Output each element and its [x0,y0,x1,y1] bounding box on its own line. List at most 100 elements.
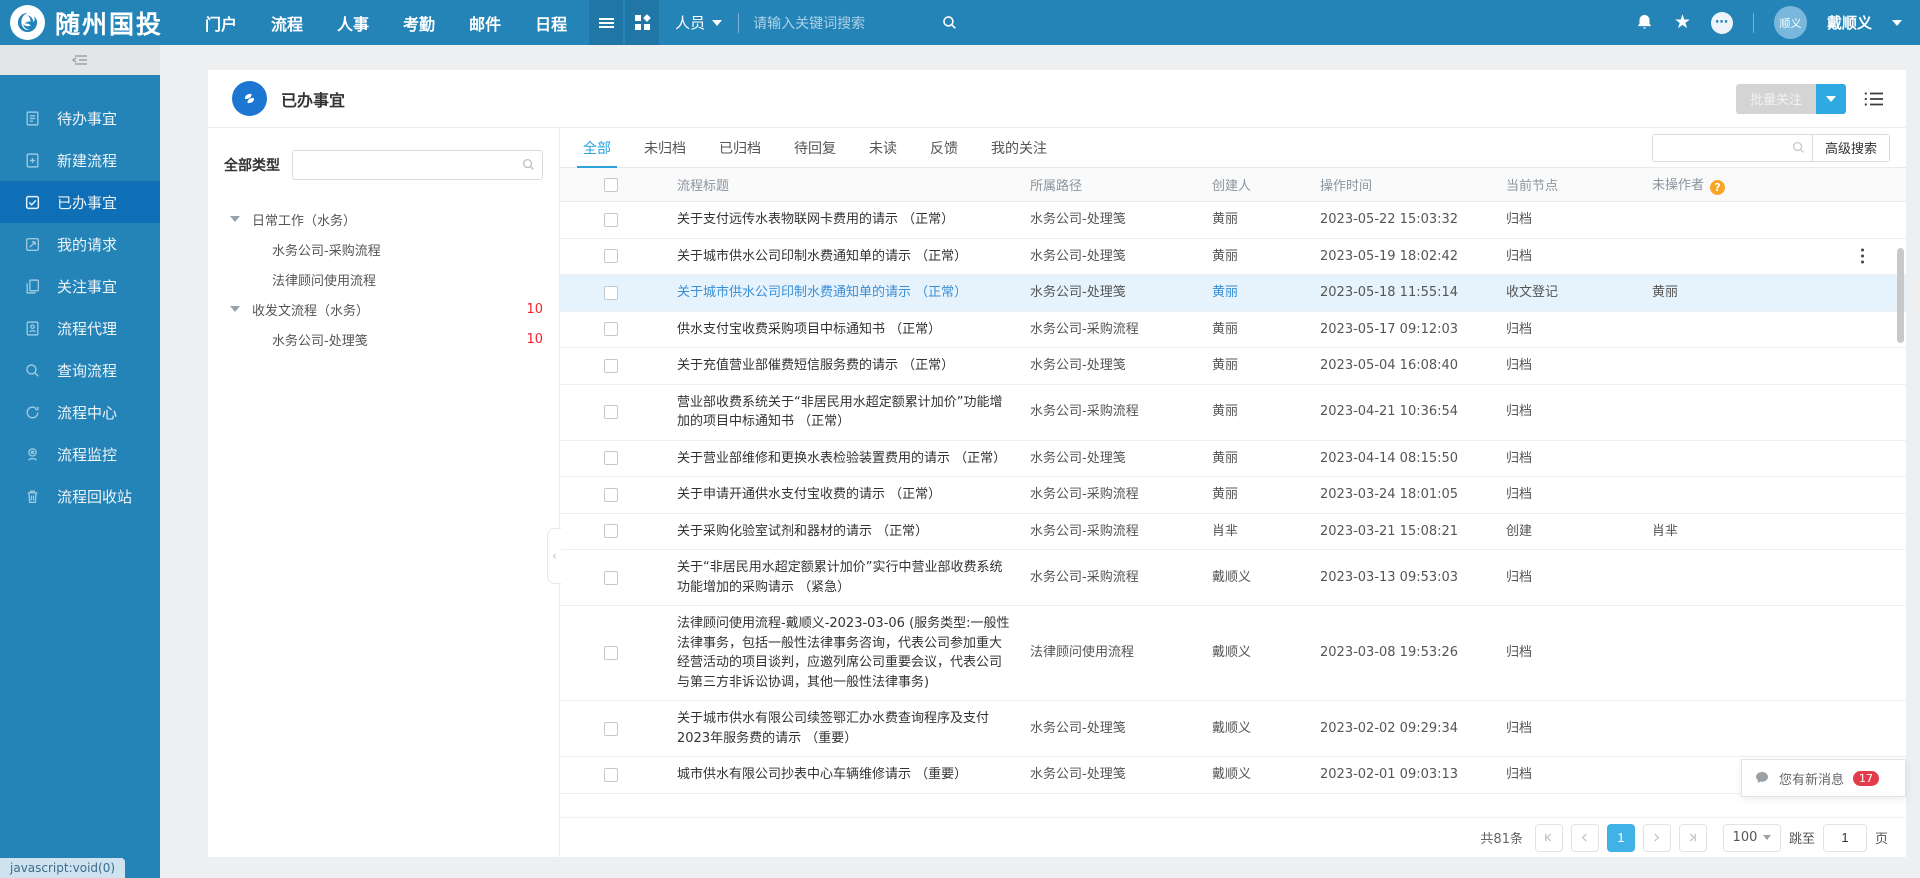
first-page-button[interactable] [1535,824,1563,852]
page-size-select[interactable]: 100 [1723,824,1781,852]
row-title[interactable]: 城市供水有限公司抄表中心车辆维修请示 （重要） [655,765,1030,785]
favorites-star-icon[interactable]: ★ [1674,13,1691,32]
row-more-menu-icon[interactable] [1861,246,1864,267]
row-checkbox[interactable] [604,405,618,419]
row-checkbox[interactable] [604,322,618,336]
top-nav-item-4[interactable]: 邮件 [469,11,501,35]
tree-node[interactable]: 法律顾问使用流程 [208,264,559,294]
table-row[interactable]: 供水支付宝收费采购项目中标通知书 （正常） 水务公司-采购流程 黄丽 2023-… [560,312,1906,349]
search-icon[interactable] [521,157,536,176]
row-checkbox[interactable] [604,213,618,227]
row-title[interactable]: 营业部收费系统关于“非居民用水超定额累计加价”功能增加的项目中标通知书 （正常） [655,393,1030,432]
row-title[interactable]: 关于支付远传水表物联网卡费用的请示 （正常） [655,210,1030,230]
row-checkbox[interactable] [604,646,618,660]
page-number-button[interactable]: 1 [1607,824,1635,852]
sidebar-item-proxy[interactable]: 流程代理 [0,307,160,349]
tree-collapse-handle[interactable]: ‹ [547,528,561,584]
table-row[interactable]: 关于城市供水有限公司续签鄂汇办水费查询程序及支付2023年服务费的请示 （重要）… [560,701,1906,757]
tree-node[interactable]: 日常工作（水务） [208,204,559,234]
sidebar-item-monitor[interactable]: 流程监控 [0,433,160,475]
top-nav-item-1[interactable]: 流程 [271,11,303,35]
hamburger-menu-icon[interactable] [589,0,623,45]
current-username[interactable]: 戴顺义 [1827,12,1872,33]
select-all-checkbox[interactable] [604,178,618,192]
table-row[interactable]: 关于充值营业部催费短信服务费的请示 （正常） 水务公司-处理笺 黄丽 2023-… [560,348,1906,385]
row-checkbox[interactable] [604,524,618,538]
row-checkbox[interactable] [604,451,618,465]
row-checkbox[interactable] [604,722,618,736]
tree-node[interactable]: 水务公司-采购流程 [208,234,559,264]
user-menu-chevron-icon[interactable] [1892,20,1902,26]
table-row[interactable]: 法律顾问使用流程-戴顺义-2023-03-06 (服务类型:一般性法律事务，包括… [560,606,1906,701]
top-nav-item-0[interactable]: 门户 [205,11,237,35]
user-avatar[interactable]: 顺义 [1774,6,1807,39]
tab-5[interactable]: 反馈 [930,128,958,167]
row-title[interactable]: 关于采购化验室试剂和器材的请示 （正常） [655,522,1030,542]
search-icon[interactable] [1791,140,1806,155]
table-row[interactable]: 关于支付远传水表物联网卡费用的请示 （正常） 水务公司-处理笺 黄丽 2023-… [560,202,1906,239]
top-nav-item-5[interactable]: 日程 [535,11,567,35]
search-icon[interactable] [941,14,958,31]
row-checkbox[interactable] [604,488,618,502]
sidebar-item-flow-center[interactable]: 流程中心 [0,391,160,433]
tab-6[interactable]: 我的关注 [991,128,1047,167]
sidebar-item-new-flow[interactable]: 新建流程 [0,139,160,181]
tree-search-input[interactable] [292,150,543,180]
row-checkbox[interactable] [604,249,618,263]
tab-1[interactable]: 未归档 [644,128,686,167]
tab-0[interactable]: 全部 [583,128,611,167]
sidebar-item-follow[interactable]: 关注事宜 [0,265,160,307]
row-checkbox[interactable] [604,286,618,300]
row-checkbox[interactable] [604,359,618,373]
row-title[interactable]: 关于城市供水有限公司续签鄂汇办水费查询程序及支付2023年服务费的请示 （重要） [655,709,1030,748]
table-row[interactable]: 城市供水有限公司抄表中心车辆维修请示 （重要） 水务公司-处理笺 戴顺义 202… [560,757,1906,794]
row-title[interactable]: 关于城市供水公司印制水费通知单的请示 （正常） [655,283,1030,303]
tab-2[interactable]: 已归档 [719,128,761,167]
table-row[interactable]: 关于“非居民用水超定额累计加价”实行中营业部收费系统功能增加的采购请示 （紧急）… [560,550,1906,606]
table-row[interactable]: 关于采购化验室试剂和器材的请示 （正常） 水务公司-采购流程 肖芈 2023-0… [560,514,1906,551]
more-apps-icon[interactable]: ⋯ [1711,12,1733,34]
row-title[interactable]: 关于充值营业部催费短信服务费的请示 （正常） [655,356,1030,376]
tree-node[interactable]: 收发文流程（水务） 10 [208,294,559,324]
table-row[interactable]: 关于城市供水公司印制水费通知单的请示 （正常） 水务公司-处理笺 黄丽 2023… [560,239,1906,276]
row-title[interactable]: 关于“非居民用水超定额累计加价”实行中营业部收费系统功能增加的采购请示 （紧急） [655,558,1030,597]
sidebar-item-recycle[interactable]: 流程回收站 [0,475,160,517]
row-checkbox[interactable] [604,571,618,585]
prev-page-button[interactable] [1571,824,1599,852]
list-view-icon[interactable] [1864,90,1884,108]
table-row[interactable]: 关于城市供水公司印制水费通知单的请示 （正常） 水务公司-处理笺 黄丽 2023… [560,275,1906,312]
row-title[interactable]: 法律顾问使用流程-戴顺义-2023-03-06 (服务类型:一般性法律事务，包括… [655,614,1030,692]
global-search-input[interactable] [753,15,933,31]
apps-grid-icon[interactable] [625,0,659,45]
app-logo[interactable]: 随州国投 [0,5,205,41]
vertical-scrollbar[interactable] [1897,248,1904,343]
row-title[interactable]: 关于营业部维修和更换水表检验装置费用的请示 （正常） [655,449,1030,469]
next-page-button[interactable] [1643,824,1671,852]
sidebar-item-todo-doc[interactable]: 待办事宜 [0,97,160,139]
list-search-input[interactable] [1653,140,1791,155]
top-nav-item-3[interactable]: 考勤 [403,11,435,35]
batch-follow-button[interactable]: 批量关注 [1736,84,1816,114]
tree-node[interactable]: 水务公司-处理笺 10 [208,324,559,354]
row-title[interactable]: 供水支付宝收费采购项目中标通知书 （正常） [655,320,1030,340]
sidebar-item-done-check[interactable]: 已办事宜 [0,181,160,223]
table-row[interactable]: 关于申请开通供水支付宝收费的请示 （正常） 水务公司-采购流程 黄丽 2023-… [560,477,1906,514]
advanced-search-button[interactable]: 高级搜索 [1812,135,1889,161]
sidebar-item-search-flow[interactable]: 查询流程 [0,349,160,391]
help-question-icon[interactable]: ? [1710,180,1725,195]
row-title[interactable]: 关于城市供水公司印制水费通知单的请示 （正常） [655,247,1030,267]
sidebar-item-my-request[interactable]: 我的请求 [0,223,160,265]
bell-icon[interactable] [1635,13,1654,32]
tree-expand-caret-icon[interactable] [230,306,240,312]
top-nav-item-2[interactable]: 人事 [337,11,369,35]
tree-expand-caret-icon[interactable] [230,216,240,222]
batch-follow-dropdown-button[interactable] [1816,84,1846,114]
row-checkbox[interactable] [604,768,618,782]
last-page-button[interactable] [1679,824,1707,852]
table-row[interactable]: 关于营业部维修和更换水表检验装置费用的请示 （正常） 水务公司-处理笺 黄丽 2… [560,441,1906,478]
sidebar-collapse-button[interactable] [0,45,160,75]
jump-page-input[interactable] [1823,824,1867,852]
table-row[interactable]: 营业部收费系统关于“非居民用水超定额累计加价”功能增加的项目中标通知书 （正常）… [560,385,1906,441]
row-title[interactable]: 关于申请开通供水支付宝收费的请示 （正常） [655,485,1030,505]
new-message-toast[interactable]: 您有新消息 17 [1741,759,1906,797]
